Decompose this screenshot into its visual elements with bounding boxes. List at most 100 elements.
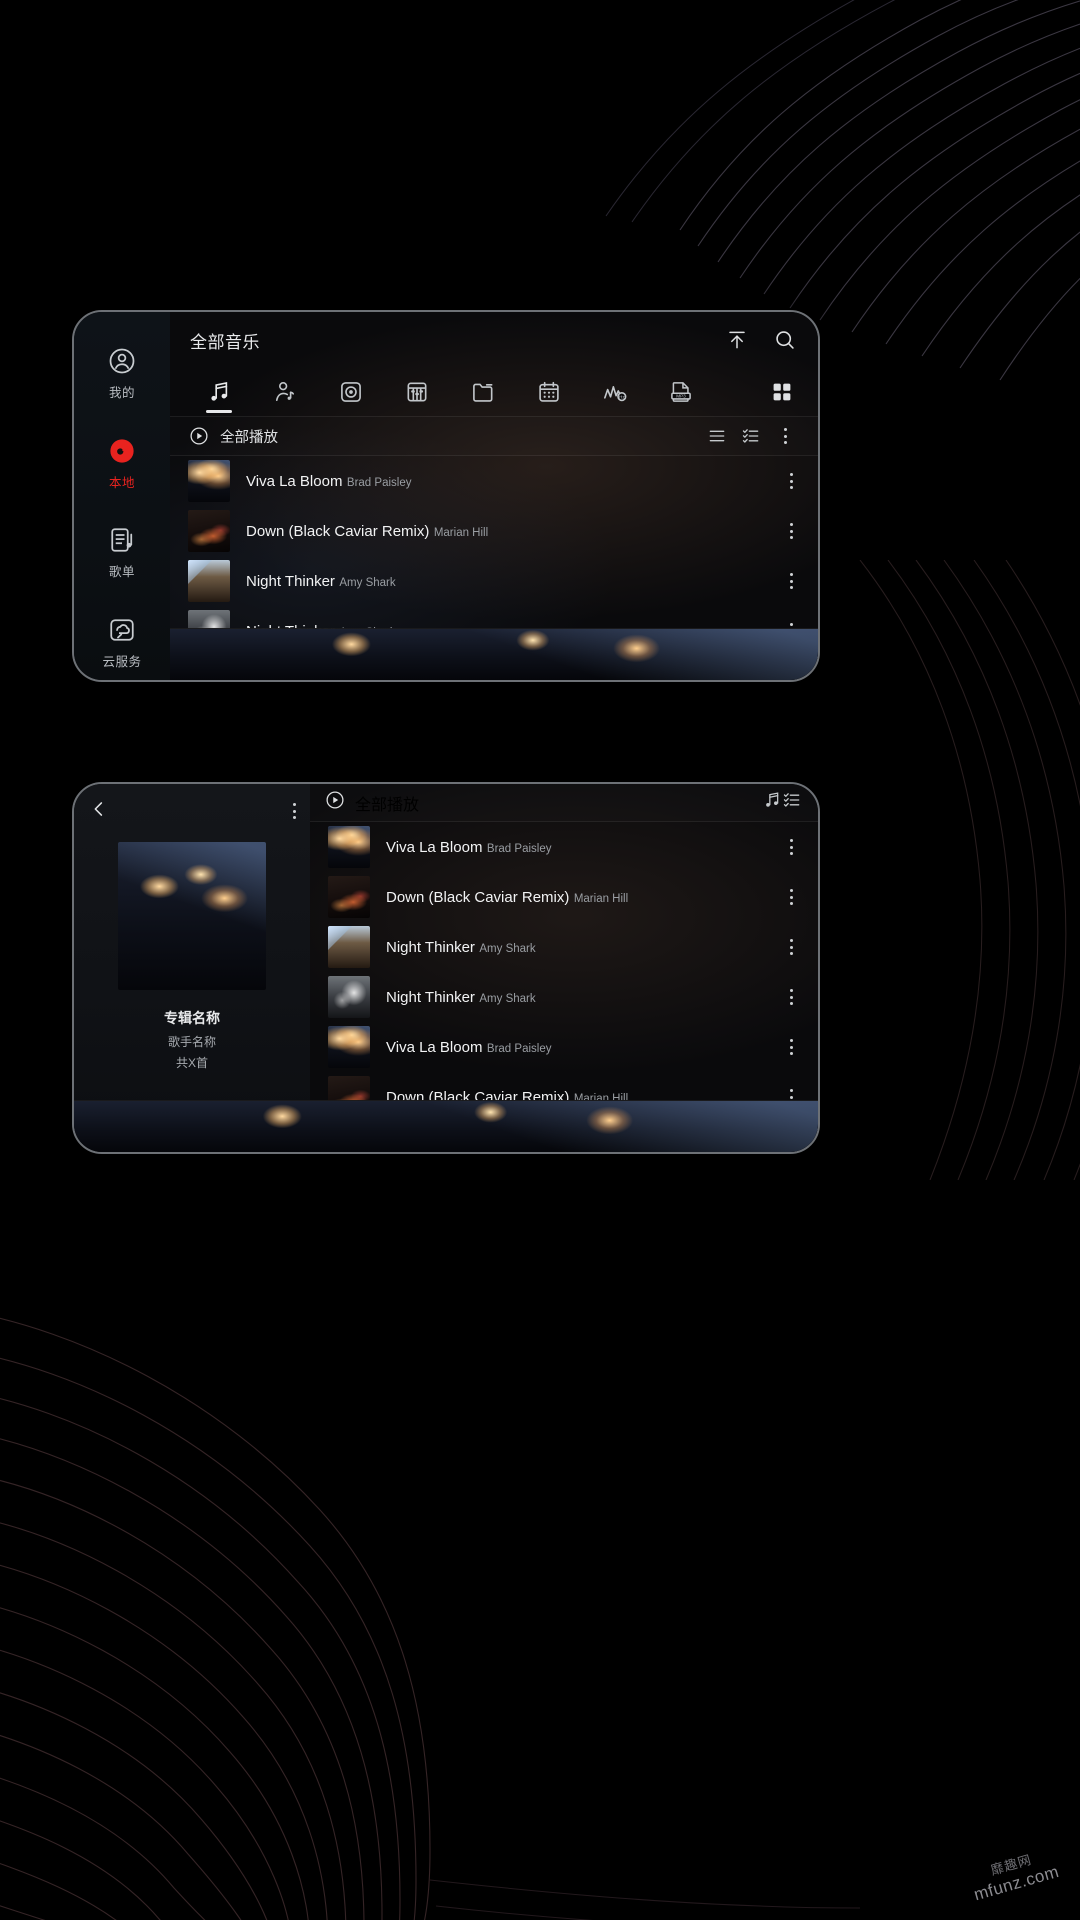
more-vertical-icon[interactable]	[778, 880, 804, 914]
sidebar-item-label: 云服务	[102, 655, 142, 670]
song-title: Viva La Bloom	[386, 1038, 483, 1056]
sidebar-item-label: 歌单	[108, 565, 135, 580]
screen-root: 我的 本地 歌单 云服务 全部音乐 Hz MP3 全部播放 Viva La Bl…	[0, 0, 1080, 1920]
table-row[interactable]: Down (Black Caviar Remix) Marian Hill	[310, 872, 818, 922]
song-artist: Amy Shark	[339, 576, 396, 589]
more-vertical-icon[interactable]	[778, 564, 804, 598]
table-row[interactable]: Night Thinker Amy Shark	[310, 922, 818, 972]
song-artist: Brad Paisley	[346, 476, 412, 489]
more-vertical-icon[interactable]	[778, 1030, 804, 1064]
mp3-file-icon: MP3	[671, 382, 691, 402]
watermark: 靡趣网 mfunz.com	[967, 1843, 1062, 1906]
song-title: Viva La Bloom	[386, 838, 483, 856]
album-disc-icon	[341, 382, 361, 402]
topo-contour-bottom-left	[0, 1317, 860, 1920]
album-title: 专辑名称	[164, 1010, 220, 1026]
album-pane: 专辑名称 歌手名称 共X首	[74, 784, 310, 1152]
album-artist: 歌手名称	[167, 1035, 216, 1049]
tab-songs[interactable]	[186, 370, 252, 414]
topo-contour-mid-right	[859, 560, 1080, 1180]
svg-text:Hz: Hz	[619, 394, 625, 400]
song-title: Down (Black Caviar Remix)	[246, 522, 430, 540]
more-vertical-icon[interactable]	[778, 980, 804, 1014]
more-vertical-icon[interactable]	[768, 421, 802, 451]
multi-select-icon[interactable]	[782, 790, 802, 815]
more-vertical-icon[interactable]	[778, 514, 804, 548]
tab-albums[interactable]	[318, 370, 384, 414]
album-art	[328, 826, 370, 868]
sidebar-item-label: 本地	[108, 475, 135, 490]
music-note-icon[interactable]	[762, 790, 782, 815]
table-row[interactable]: Down (Black Caviar Remix) Marian Hill	[170, 506, 818, 556]
table-row[interactable]: Night Thinker Amy Shark	[310, 972, 818, 1022]
table-row[interactable]: Viva La Bloom Brad Paisley	[310, 1022, 818, 1072]
main-content: 全部音乐 Hz MP3 全部播放 Viva La Bloom Brad Pais…	[170, 312, 818, 680]
song-artist: Amy Shark	[479, 942, 536, 955]
table-row[interactable]: Viva La Bloom Brad Paisley	[310, 822, 818, 872]
multi-select-icon[interactable]	[734, 421, 768, 451]
tab-folders[interactable]	[450, 370, 516, 414]
more-vertical-icon[interactable]	[778, 930, 804, 964]
sidebar-item-cloud[interactable]: 云服务	[74, 605, 170, 680]
instrument-icon	[407, 382, 427, 402]
tab-artists[interactable]	[252, 370, 318, 414]
album-art	[328, 926, 370, 968]
header: 全部音乐	[170, 312, 818, 368]
now-playing-art	[170, 629, 818, 680]
album-art	[188, 460, 230, 502]
album-playall-bar: 全部播放	[310, 784, 818, 822]
album-song-list-pane: 全部播放 Viva La Bloom Brad Paisley Down (Bl…	[310, 784, 818, 1152]
now-playing-art	[74, 1101, 818, 1152]
account-circle-icon	[109, 348, 135, 374]
svg-text:MP3: MP3	[676, 394, 686, 399]
song-title: Down (Black Caviar Remix)	[386, 888, 570, 906]
song-artist: Brad Paisley	[486, 1042, 552, 1055]
album-cover	[118, 842, 266, 990]
song-artist: Amy Shark	[479, 992, 536, 1005]
more-vertical-icon[interactable]	[778, 830, 804, 864]
song-title: Night Thinker	[246, 572, 335, 590]
more-vertical-icon[interactable]	[293, 803, 296, 819]
sidebar-item-local[interactable]: 本地	[74, 426, 170, 501]
window-album-detail: 专辑名称 歌手名称 共X首 全部播放 Viva La Bloom Brad Pa…	[72, 782, 820, 1154]
upload-icon[interactable]	[720, 323, 754, 357]
table-row[interactable]: Viva La Bloom Brad Paisley	[170, 456, 818, 506]
search-icon[interactable]	[768, 323, 802, 357]
play-all-bar: 全部播放	[170, 416, 818, 456]
table-row[interactable]: Night Thinker Amy Shark	[170, 556, 818, 606]
tab-instruments[interactable]	[384, 370, 450, 414]
artist-icon	[275, 381, 295, 402]
grid-view-icon[interactable]	[762, 372, 802, 412]
song-artist: Marian Hill	[433, 526, 489, 539]
music-note-icon	[211, 382, 228, 401]
calendar-icon	[539, 381, 559, 402]
sidebar: 我的 本地 歌单 云服务	[74, 312, 170, 680]
window-all-music: 我的 本地 歌单 云服务 全部音乐 Hz MP3 全部播放 Viva La Bl…	[72, 310, 820, 682]
tab-mp3[interactable]: MP3	[648, 370, 714, 414]
sidebar-item-playlist[interactable]: 歌单	[74, 516, 170, 591]
page-title: 全部音乐	[190, 332, 260, 352]
hires-hz-icon: Hz	[604, 385, 627, 402]
album-art	[328, 1026, 370, 1068]
folder-icon	[473, 383, 493, 402]
more-vertical-icon[interactable]	[778, 464, 804, 498]
album-track-count: 共X首	[175, 1056, 208, 1070]
play-circle-icon[interactable]	[188, 425, 210, 447]
song-artist: Marian Hill	[573, 892, 629, 905]
play-circle-icon[interactable]	[324, 789, 346, 816]
tab-date[interactable]	[516, 370, 582, 414]
sidebar-item-label: 我的	[108, 385, 135, 400]
song-artist: Brad Paisley	[486, 842, 552, 855]
local-disc-icon	[110, 438, 134, 463]
album-art	[188, 560, 230, 602]
play-all-label: 全部播放	[355, 796, 420, 814]
list-view-icon[interactable]	[700, 421, 734, 451]
tab-hires[interactable]: Hz	[582, 370, 648, 414]
album-art	[328, 976, 370, 1018]
sidebar-item-mine[interactable]: 我的	[74, 336, 170, 411]
song-title: Viva La Bloom	[246, 472, 343, 490]
album-art	[188, 510, 230, 552]
back-chevron-icon[interactable]	[88, 798, 110, 825]
player-bar: Love and War (爱与战争) Brad Paisley (布拉德·帕斯…	[74, 1100, 818, 1152]
song-title: Night Thinker	[386, 988, 475, 1006]
